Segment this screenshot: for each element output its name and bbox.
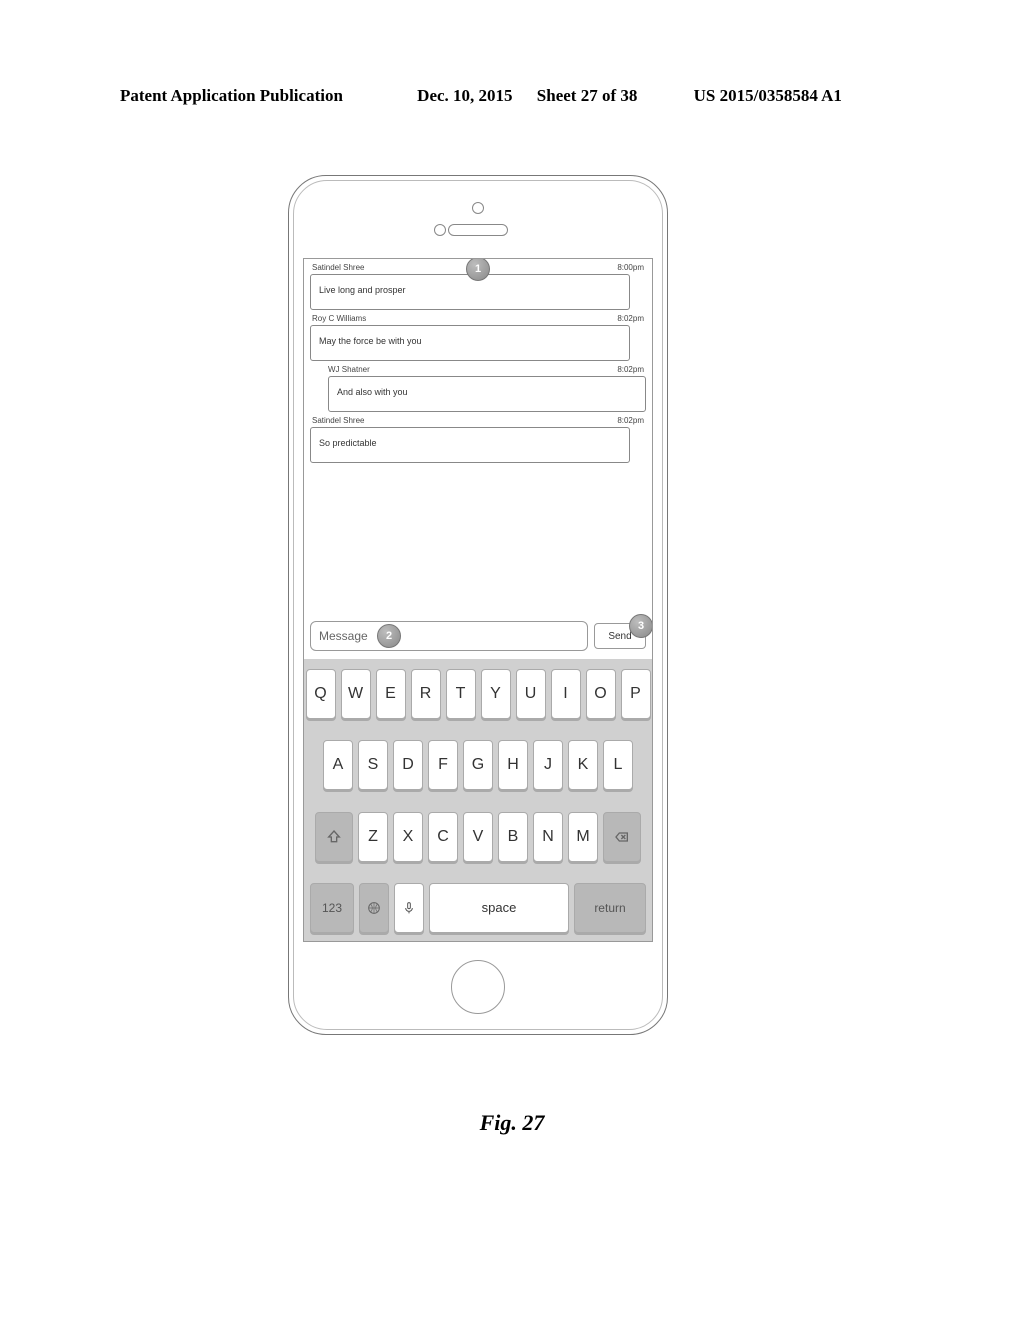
message-bubble[interactable]: May the force be with you: [310, 325, 630, 361]
pub-no: US 2015/0358584 A1: [694, 86, 842, 105]
sheet-num: Sheet 27 of 38: [537, 86, 638, 105]
key-mic[interactable]: [394, 883, 424, 933]
send-button[interactable]: Send 3: [594, 623, 646, 649]
send-label: Send: [608, 631, 631, 642]
figure-caption: Fig. 27: [0, 1110, 1024, 1136]
key-l[interactable]: L: [603, 740, 633, 790]
message-text: So predictable: [319, 438, 377, 448]
key-e[interactable]: E: [376, 669, 406, 719]
key-b[interactable]: B: [498, 812, 528, 862]
key-return[interactable]: return: [574, 883, 646, 933]
shift-icon: [326, 829, 342, 845]
message-input[interactable]: Message 2: [310, 621, 588, 651]
callout-badge-2: 2: [377, 624, 401, 648]
phone-frame: 1 Satindel Shree 8:00pm Live long and pr…: [288, 175, 668, 1035]
key-o[interactable]: O: [586, 669, 616, 719]
key-globe[interactable]: [359, 883, 389, 933]
message-block: Roy C Williams 8:02pm May the force be w…: [310, 314, 646, 361]
key-t[interactable]: T: [446, 669, 476, 719]
top-camera-icon: [472, 202, 484, 214]
key-n[interactable]: N: [533, 812, 563, 862]
message-time: 8:00pm: [617, 263, 644, 272]
message-sender: WJ Shatner: [328, 365, 370, 374]
message-sender: Roy C Williams: [312, 314, 366, 323]
key-r[interactable]: R: [411, 669, 441, 719]
key-k[interactable]: K: [568, 740, 598, 790]
callout-badge-3: 3: [629, 614, 653, 638]
key-backspace[interactable]: [603, 812, 641, 862]
key-space[interactable]: space: [429, 883, 569, 933]
key-u[interactable]: U: [516, 669, 546, 719]
message-placeholder: Message: [319, 629, 368, 643]
message-bubble[interactable]: And also with you: [328, 376, 646, 412]
key-c[interactable]: C: [428, 812, 458, 862]
message-time: 8:02pm: [617, 416, 644, 425]
key-numbers[interactable]: 123: [310, 883, 354, 933]
onscreen-keyboard: Q W E R T Y U I O P A S D: [304, 659, 652, 941]
message-bubble[interactable]: Live long and prosper: [310, 274, 630, 310]
message-text: Live long and prosper: [319, 285, 406, 295]
globe-icon: [366, 900, 382, 916]
message-text: May the force be with you: [319, 336, 422, 346]
message-bubble[interactable]: So predictable: [310, 427, 630, 463]
key-p[interactable]: P: [621, 669, 651, 719]
key-g[interactable]: G: [463, 740, 493, 790]
key-shift[interactable]: [315, 812, 353, 862]
key-i[interactable]: I: [551, 669, 581, 719]
conversation-list: 1 Satindel Shree 8:00pm Live long and pr…: [304, 259, 652, 613]
message-sender: Satindel Shree: [312, 263, 364, 272]
key-y[interactable]: Y: [481, 669, 511, 719]
message-time: 8:02pm: [617, 365, 644, 374]
message-block: 1 Satindel Shree 8:00pm Live long and pr…: [310, 263, 646, 310]
microphone-icon: [401, 900, 417, 916]
key-v[interactable]: V: [463, 812, 493, 862]
callout-badge-1: 1: [466, 258, 490, 281]
key-h[interactable]: H: [498, 740, 528, 790]
home-button[interactable]: [451, 960, 505, 1014]
pub-type: Patent Application Publication: [120, 86, 343, 105]
key-z[interactable]: Z: [358, 812, 388, 862]
key-s[interactable]: S: [358, 740, 388, 790]
message-block: WJ Shatner 8:02pm And also with you: [310, 365, 646, 412]
phone-screen: 1 Satindel Shree 8:00pm Live long and pr…: [303, 258, 653, 942]
key-j[interactable]: J: [533, 740, 563, 790]
earpiece-speaker: [448, 224, 508, 236]
message-text: And also with you: [337, 387, 408, 397]
key-m[interactable]: M: [568, 812, 598, 862]
sensor-icon: [434, 224, 446, 236]
message-block: Satindel Shree 8:02pm So predictable: [310, 416, 646, 463]
key-f[interactable]: F: [428, 740, 458, 790]
key-d[interactable]: D: [393, 740, 423, 790]
message-sender: Satindel Shree: [312, 416, 364, 425]
message-time: 8:02pm: [617, 314, 644, 323]
backspace-icon: [614, 829, 630, 845]
pub-date: Dec. 10, 2015: [417, 86, 512, 105]
page-header: Patent Application Publication Dec. 10, …: [120, 86, 904, 106]
key-w[interactable]: W: [341, 669, 371, 719]
key-x[interactable]: X: [393, 812, 423, 862]
compose-keyboard-area: Message 2 Send 3 Q W E R T Y: [304, 613, 652, 941]
key-q[interactable]: Q: [306, 669, 336, 719]
key-a[interactable]: A: [323, 740, 353, 790]
